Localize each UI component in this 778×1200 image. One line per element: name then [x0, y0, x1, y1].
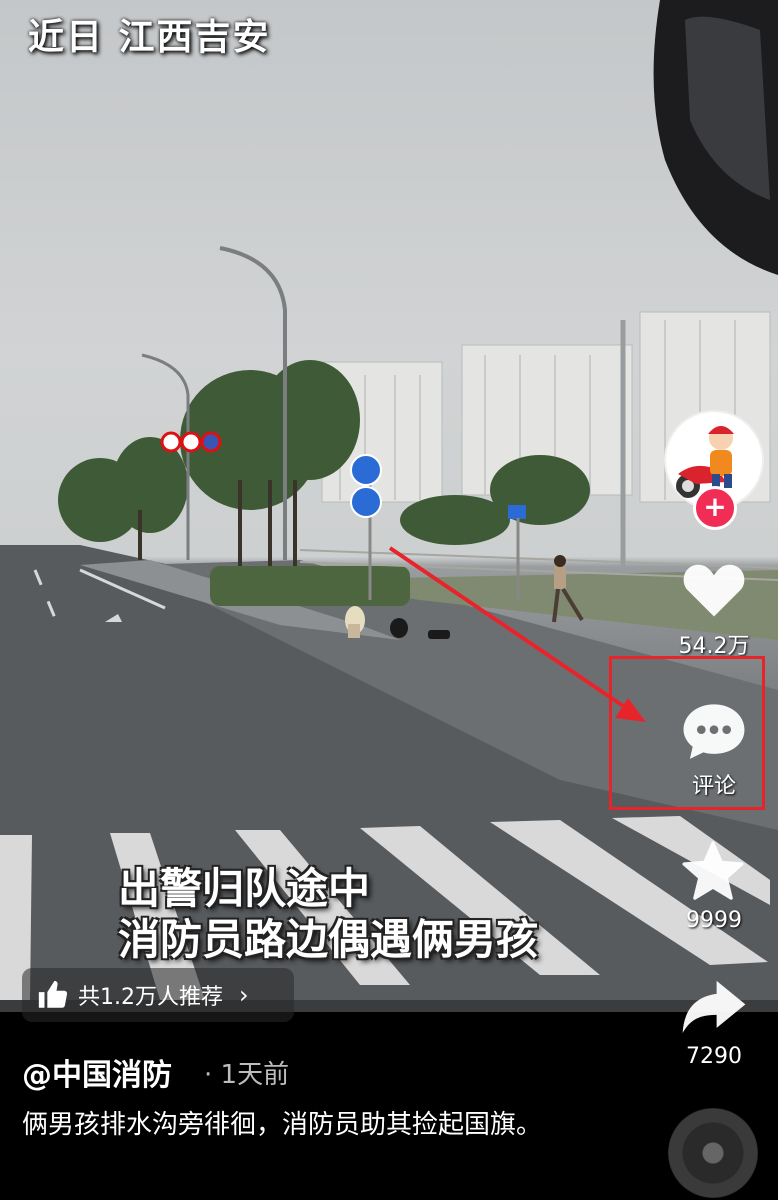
comment-highlight-box — [609, 656, 765, 810]
thumbs-up-icon — [38, 980, 68, 1008]
chevron-right-icon: › — [239, 981, 249, 1009]
post-description[interactable]: 俩男孩排水沟旁徘徊，消防员助其捡起国旗。 — [22, 1104, 582, 1146]
author-name[interactable]: @中国消防 — [22, 1050, 172, 1094]
video-frame-scene — [0, 0, 778, 1012]
favorite-count: 9999 — [686, 908, 742, 933]
video-subtitle-line-2: 消防员路边偶遇俩男孩 — [118, 915, 539, 964]
follow-button[interactable]: + — [693, 486, 737, 530]
share-arrow-icon[interactable] — [680, 978, 748, 1036]
recommend-pill[interactable]: 共1.2万人推荐 › — [22, 968, 294, 1022]
share-count: 7290 — [686, 1044, 742, 1069]
music-disc-icon[interactable] — [668, 1108, 758, 1198]
location-caption: 近日 江西吉安 — [28, 17, 271, 58]
video-player[interactable]: 近日 江西吉安 出警归队途中 消防员路边偶遇俩男孩 — [0, 0, 778, 1012]
heart-like-icon[interactable] — [681, 558, 747, 620]
post-time: · 1天前 — [204, 1060, 290, 1090]
star-favorite-icon[interactable] — [680, 840, 746, 904]
recommend-label: 共1.2万人推荐 — [78, 985, 223, 1010]
video-feed-screen: 近日 江西吉安 出警归队途中 消防员路边偶遇俩男孩 共1.2万人推荐 › + 5… — [0, 0, 778, 1200]
